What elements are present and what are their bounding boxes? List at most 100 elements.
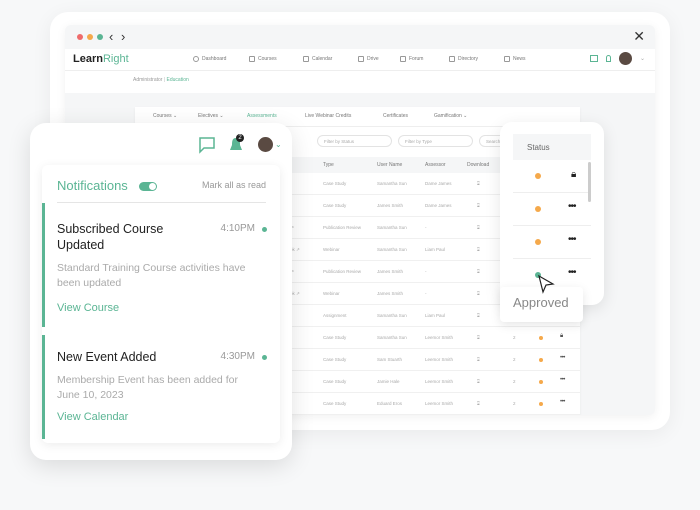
tab-live-webinar-credits[interactable]: Live Webinar Credits bbox=[305, 113, 351, 119]
avatar[interactable] bbox=[258, 137, 273, 152]
row-type: Publication Review bbox=[323, 269, 362, 274]
more-icon[interactable]: ••• bbox=[568, 201, 576, 212]
row-type: Webinar bbox=[323, 291, 340, 296]
status-pending-dot[interactable] bbox=[539, 380, 543, 384]
close-window-icon[interactable]: ✕ bbox=[633, 28, 645, 45]
forum-icon bbox=[400, 56, 406, 62]
row-assessor: Dame James bbox=[425, 181, 452, 186]
nav-directory[interactable]: Directory bbox=[449, 56, 478, 62]
col-assessor[interactable]: Assessor bbox=[425, 162, 446, 168]
chat-icon[interactable] bbox=[198, 136, 216, 154]
lock-icon[interactable]: 🔒︎ bbox=[571, 169, 576, 180]
filter-type-select[interactable]: Filter by Type bbox=[398, 135, 473, 147]
status-pending-dot[interactable] bbox=[539, 336, 543, 340]
nav-courses[interactable]: Courses bbox=[249, 56, 277, 62]
notifications-toggle[interactable] bbox=[139, 182, 157, 191]
more-icon[interactable]: ••• bbox=[568, 267, 576, 278]
nav-dashboard[interactable]: Dashboard bbox=[193, 56, 226, 62]
download-icon[interactable]: ⍗ bbox=[477, 225, 480, 230]
download-icon[interactable]: ⍗ bbox=[477, 357, 480, 362]
tab-courses[interactable]: Courses ⌄ bbox=[153, 113, 177, 119]
nav-calendar[interactable]: Calendar bbox=[303, 56, 332, 62]
more-icon[interactable]: ••• bbox=[560, 377, 565, 383]
row-count: 2 bbox=[513, 379, 516, 384]
notifications-popover: 2 ⌄ Notifications Mark all as read Subsc… bbox=[30, 123, 292, 460]
status-pending-dot[interactable] bbox=[535, 239, 541, 245]
forward-icon[interactable]: › bbox=[121, 29, 125, 44]
row-type: Case Study bbox=[323, 335, 347, 340]
status-pending-dot[interactable] bbox=[539, 402, 543, 406]
row-type: Case Study bbox=[323, 203, 347, 208]
row-type: Publication Review bbox=[323, 225, 362, 230]
row-count: 2 bbox=[513, 401, 516, 406]
row-user: Samantha Sun bbox=[377, 313, 407, 318]
nav-news[interactable]: News bbox=[504, 56, 526, 62]
lock-icon[interactable]: 🔒︎ bbox=[560, 333, 563, 340]
nav-label: Calendar bbox=[312, 56, 333, 62]
news-icon bbox=[504, 56, 510, 62]
nav-drive[interactable]: Drive bbox=[358, 56, 379, 62]
view-course-link[interactable]: View Course bbox=[57, 302, 119, 314]
close-dot[interactable] bbox=[77, 34, 83, 40]
row-assessor: - bbox=[425, 225, 427, 230]
bell-icon[interactable] bbox=[605, 55, 611, 62]
minimize-dot[interactable] bbox=[87, 34, 93, 40]
row-assessor: Leemor Smith bbox=[425, 357, 454, 362]
download-icon[interactable]: ⍗ bbox=[477, 247, 480, 252]
more-icon[interactable]: ••• bbox=[560, 399, 565, 405]
filter-status-select[interactable]: Filter by Status bbox=[317, 135, 392, 147]
status-pending-dot[interactable] bbox=[539, 358, 543, 362]
nav-label: Forum bbox=[409, 56, 424, 62]
tab-electives[interactable]: Electives ⌄ bbox=[198, 113, 224, 119]
unread-dot bbox=[262, 355, 267, 360]
back-icon[interactable]: ‹ bbox=[109, 29, 113, 44]
row-assessor: Leemor Smith bbox=[425, 401, 454, 406]
avatar[interactable] bbox=[618, 52, 632, 65]
col-user-name[interactable]: User Name bbox=[377, 162, 402, 168]
maximize-dot[interactable] bbox=[97, 34, 103, 40]
nav-label: Courses bbox=[258, 56, 277, 62]
mark-all-read-link[interactable]: Mark all as read bbox=[202, 180, 266, 190]
view-calendar-link[interactable]: View Calendar bbox=[57, 411, 128, 423]
download-icon[interactable]: ⍗ bbox=[477, 379, 480, 384]
download-icon[interactable]: ⍗ bbox=[477, 335, 480, 340]
status-pending-dot[interactable] bbox=[535, 206, 541, 212]
download-icon[interactable]: ⍗ bbox=[477, 291, 480, 296]
row-type: Case Study bbox=[323, 401, 347, 406]
status-pending-dot[interactable] bbox=[535, 173, 541, 179]
row-type: Case Study bbox=[323, 181, 347, 186]
notification-item[interactable]: Subscribed Course Updated 4:10PM Standar… bbox=[42, 203, 280, 327]
col-type[interactable]: Type bbox=[323, 162, 334, 168]
download-icon[interactable]: ⍗ bbox=[477, 203, 480, 208]
status-header: Status bbox=[513, 134, 591, 160]
chevron-down-icon[interactable]: ⌄ bbox=[640, 55, 645, 62]
notification-item[interactable]: New Event Added 4:30PM Membership Event … bbox=[42, 335, 280, 439]
nav-forum[interactable]: Forum bbox=[400, 56, 423, 62]
row-assessor: - bbox=[425, 291, 427, 296]
tab-gamification[interactable]: Gamification ⌄ bbox=[434, 113, 467, 119]
download-icon[interactable]: ⍗ bbox=[477, 269, 480, 274]
chat-icon[interactable] bbox=[589, 55, 598, 62]
breadcrumb-section[interactable]: Education bbox=[167, 77, 189, 83]
breadcrumb-role[interactable]: Administrator bbox=[133, 77, 162, 83]
row-assessor: Liam Paul bbox=[425, 313, 446, 318]
notification-title: Subscribed Course Updated bbox=[57, 222, 164, 252]
more-icon[interactable]: ••• bbox=[560, 355, 565, 361]
scrollbar[interactable] bbox=[588, 162, 591, 202]
row-assessor: Leemor Smith bbox=[425, 335, 454, 340]
drive-icon bbox=[358, 56, 364, 62]
nav-label: Drive bbox=[367, 56, 379, 62]
logo[interactable]: LearnRight bbox=[73, 53, 129, 65]
row-type: Webinar bbox=[323, 247, 340, 252]
download-icon[interactable]: ⍗ bbox=[477, 401, 480, 406]
download-icon[interactable]: ⍗ bbox=[477, 181, 480, 186]
row-count: 2 bbox=[513, 357, 516, 362]
download-icon[interactable]: ⍗ bbox=[477, 313, 480, 318]
unread-dot bbox=[262, 227, 267, 232]
col-download[interactable]: Download bbox=[467, 162, 489, 168]
tab-certificates[interactable]: Certificates bbox=[383, 113, 408, 119]
more-icon[interactable]: ••• bbox=[568, 234, 576, 245]
status-row: 🔒︎ bbox=[513, 160, 591, 193]
chevron-down-icon[interactable]: ⌄ bbox=[275, 140, 282, 149]
row-assessor: Leemor Smith bbox=[425, 379, 454, 384]
